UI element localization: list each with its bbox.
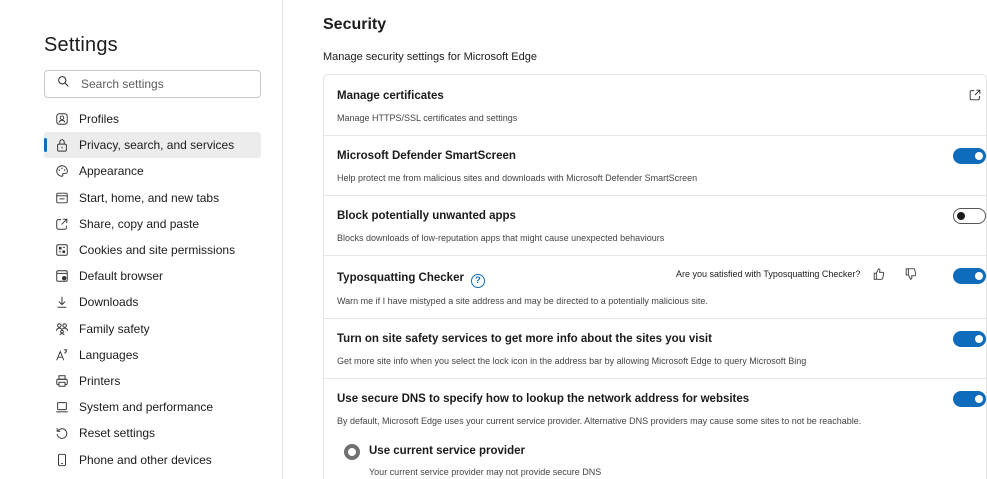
current-provider-radio[interactable]	[344, 444, 360, 460]
row-desc: Manage HTTPS/SSL certificates and settin…	[337, 113, 518, 123]
radio-label: Use current service provider	[369, 445, 525, 457]
row-smartscreen: Microsoft Defender SmartScreen Help prot…	[324, 136, 986, 196]
settings-nav: Profiles Privacy, search, and services A…	[44, 106, 261, 473]
row-secure-dns: Use secure DNS to specify how to lookup …	[324, 379, 986, 479]
nav-label: Cookies and site permissions	[79, 243, 236, 258]
reset-icon	[55, 426, 69, 440]
nav-item-privacy[interactable]: Privacy, search, and services	[44, 132, 261, 159]
toggle-knob	[975, 152, 983, 160]
page-subtitle: Manage security settings for Microsoft E…	[323, 51, 537, 63]
row-title: Microsoft Defender SmartScreen	[337, 150, 516, 162]
row-manage-certificates[interactable]: Manage certificates Manage HTTPS/SSL cer…	[324, 75, 986, 136]
settings-sidebar: Settings Profiles Privacy, search, and s…	[0, 0, 282, 479]
family-icon	[55, 322, 69, 336]
security-card: Manage certificates Manage HTTPS/SSL cer…	[323, 74, 987, 479]
page-title: Security	[323, 16, 387, 33]
nav-label: Profiles	[79, 112, 120, 127]
nav-item-cookies[interactable]: Cookies and site permissions	[44, 237, 261, 263]
nav-label: Default browser	[79, 269, 164, 284]
nav-item-share[interactable]: Share, copy and paste	[44, 211, 261, 237]
nav-label: Family safety	[79, 321, 150, 336]
nav-item-start-home[interactable]: Start, home, and new tabs	[44, 185, 261, 211]
nav-label: Appearance	[79, 164, 144, 179]
thumbs-down-icon[interactable]	[904, 267, 918, 281]
home-tabs-icon	[55, 191, 69, 205]
row-title-wrap: Typosquatting Checker?	[337, 272, 485, 288]
nav-item-languages[interactable]: Languages	[44, 342, 261, 368]
download-icon	[55, 295, 69, 309]
toggle-knob	[957, 212, 965, 220]
row-desc: By default, Microsoft Edge uses your cur…	[337, 416, 862, 426]
nav-item-default-browser[interactable]: Default browser	[44, 263, 261, 289]
settings-title: Settings	[44, 34, 118, 56]
row-desc: Warn me if I have mistyped a site addres…	[337, 296, 708, 306]
row-block-pua: Block potentially unwanted apps Blocks d…	[324, 196, 986, 256]
search-box[interactable]	[44, 70, 261, 98]
row-title: Typosquatting Checker	[337, 272, 464, 284]
nav-label: Reset settings	[79, 426, 156, 441]
sidebar-divider	[282, 0, 283, 479]
nav-label: Languages	[79, 347, 139, 362]
toggle-knob	[975, 272, 983, 280]
row-typosquatting: Typosquatting Checker? Are you satisfied…	[324, 256, 986, 319]
appearance-icon	[55, 164, 69, 178]
nav-item-phone[interactable]: Phone and other devices	[44, 446, 261, 472]
row-desc: Help protect me from malicious sites and…	[337, 173, 698, 183]
row-title: Use secure DNS to specify how to lookup …	[337, 393, 750, 405]
nav-item-family-safety[interactable]: Family safety	[44, 316, 261, 342]
nav-label: Printers	[79, 373, 121, 388]
nav-item-appearance[interactable]: Appearance	[44, 158, 261, 184]
smartscreen-toggle[interactable]	[953, 148, 986, 164]
thumbs-up-icon[interactable]	[872, 267, 886, 281]
nav-label: Share, copy and paste	[79, 216, 200, 231]
external-link-icon[interactable]	[968, 88, 982, 102]
row-desc: Get more site info when you select the l…	[337, 356, 807, 366]
search-icon	[57, 75, 70, 93]
browser-icon	[55, 269, 69, 283]
row-title: Block potentially unwanted apps	[337, 210, 516, 222]
site-safety-toggle[interactable]	[953, 331, 986, 347]
nav-label: Downloads	[79, 295, 139, 310]
nav-item-reset[interactable]: Reset settings	[44, 420, 261, 446]
typosquatting-toggle[interactable]	[953, 268, 986, 284]
row-title: Turn on site safety services to get more…	[337, 333, 712, 345]
row-desc: Blocks downloads of low-reputation apps …	[337, 233, 665, 243]
nav-item-system[interactable]: System and performance	[44, 394, 261, 420]
languages-icon	[55, 348, 69, 362]
profile-icon	[55, 112, 69, 126]
help-icon[interactable]: ?	[470, 274, 485, 288]
lock-icon	[55, 138, 69, 152]
secure-dns-toggle[interactable]	[953, 391, 986, 407]
toggle-knob	[975, 395, 983, 403]
toggle-knob	[975, 335, 983, 343]
share-icon	[55, 217, 69, 231]
pua-toggle[interactable]	[953, 208, 986, 224]
search-input[interactable]	[81, 77, 241, 91]
nav-item-downloads[interactable]: Downloads	[44, 289, 261, 315]
security-section: Security Manage security settings for Mi…	[323, 0, 987, 479]
nav-label: Phone and other devices	[79, 452, 212, 467]
system-icon	[55, 400, 69, 414]
nav-item-printers[interactable]: Printers	[44, 368, 261, 394]
nav-label: System and performance	[79, 400, 214, 415]
printer-icon	[55, 374, 69, 388]
feedback-prompt: Are you satisfied with Typosquatting Che…	[676, 267, 918, 281]
row-site-safety: Turn on site safety services to get more…	[324, 319, 986, 379]
nav-item-profiles[interactable]: Profiles	[44, 106, 261, 132]
phone-icon	[55, 453, 69, 467]
feedback-text: Are you satisfied with Typosquatting Che…	[676, 269, 861, 279]
radio-desc: Your current service provider may not pr…	[369, 467, 602, 477]
cookies-icon	[55, 243, 69, 257]
nav-label: Start, home, and new tabs	[79, 190, 220, 205]
row-title: Manage certificates	[337, 90, 444, 102]
nav-label: Privacy, search, and services	[79, 138, 235, 153]
